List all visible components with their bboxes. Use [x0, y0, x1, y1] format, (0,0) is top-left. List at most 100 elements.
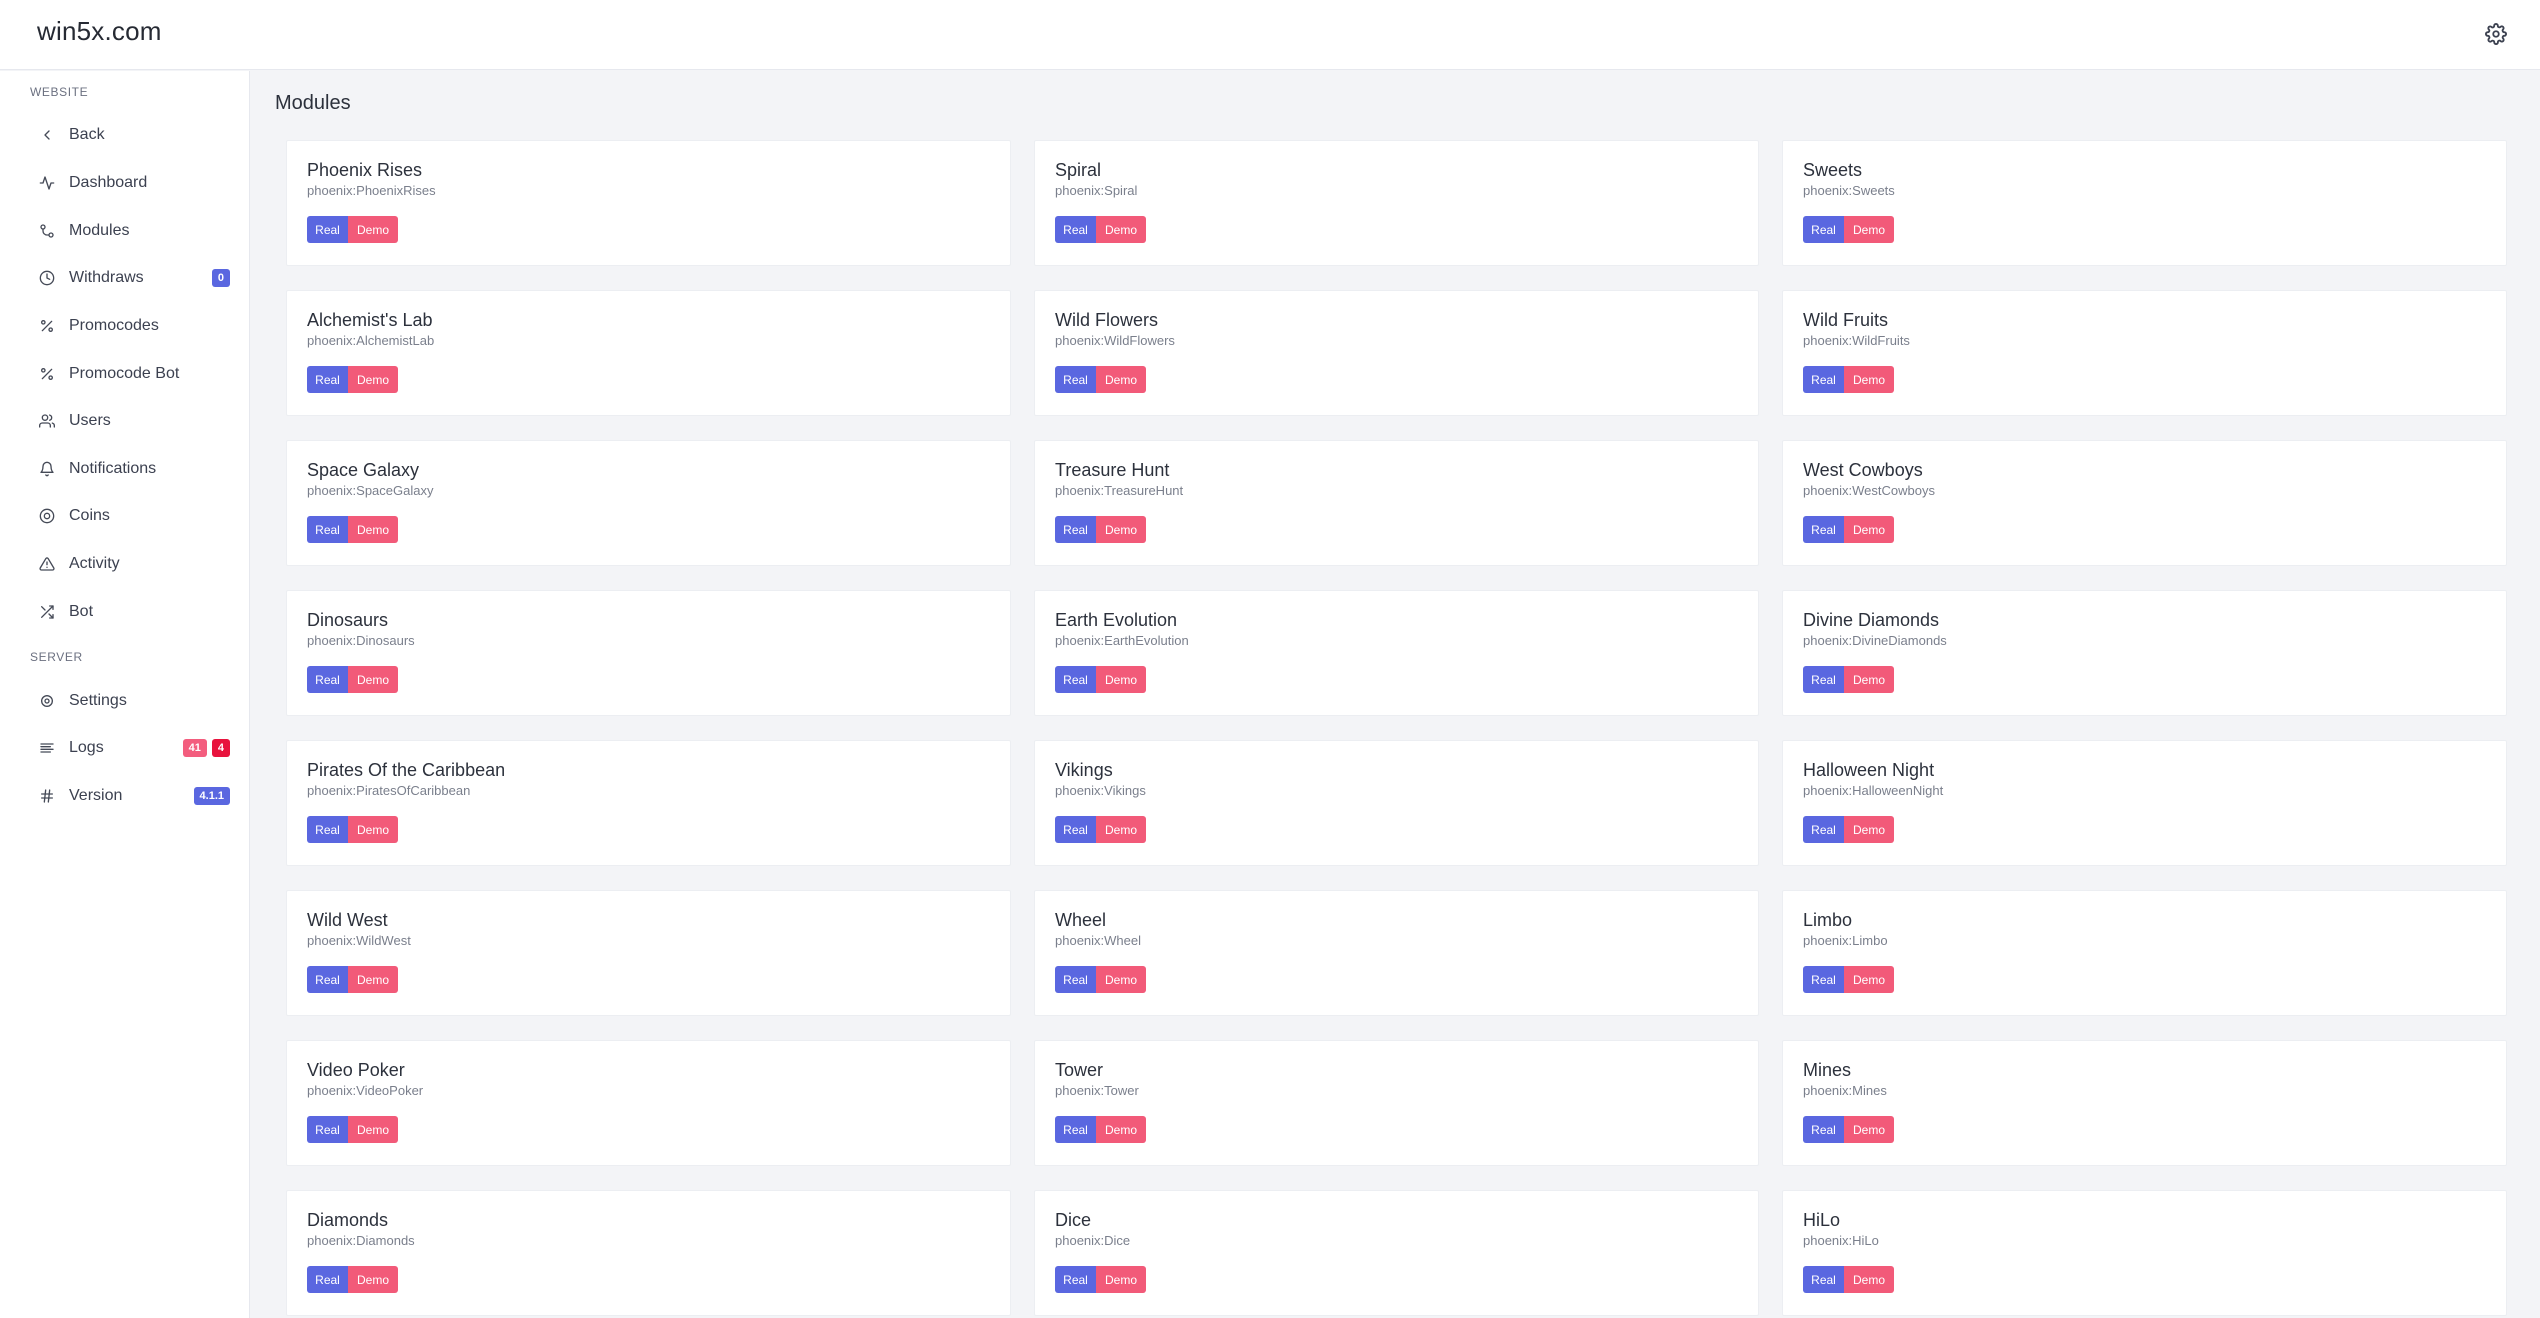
demo-button[interactable]: Demo	[1096, 966, 1146, 993]
sidebar: WEBSITE Back Dashboard Modules Withdraws…	[0, 71, 250, 1318]
sidebar-item-label: Coins	[69, 507, 110, 524]
real-button[interactable]: Real	[1055, 516, 1096, 543]
real-button[interactable]: Real	[307, 816, 348, 843]
demo-button[interactable]: Demo	[348, 1266, 398, 1293]
demo-button[interactable]: Demo	[1844, 216, 1894, 243]
sidebar-item-label: Activity	[69, 555, 120, 572]
module-mode-buttons: Real Demo	[307, 216, 990, 243]
demo-button[interactable]: Demo	[348, 366, 398, 393]
demo-button[interactable]: Demo	[1096, 1116, 1146, 1143]
demo-button[interactable]: Demo	[348, 966, 398, 993]
real-button[interactable]: Real	[1803, 966, 1844, 993]
demo-button[interactable]: Demo	[1096, 216, 1146, 243]
demo-button[interactable]: Demo	[1096, 816, 1146, 843]
demo-button[interactable]: Demo	[348, 516, 398, 543]
module-card: Diamonds phoenix:Diamonds Real Demo	[286, 1190, 1011, 1316]
real-button[interactable]: Real	[307, 216, 348, 243]
real-button[interactable]: Real	[1055, 366, 1096, 393]
sidebar-item-modules[interactable]: Modules	[26, 211, 230, 251]
real-button[interactable]: Real	[1055, 816, 1096, 843]
demo-button[interactable]: Demo	[1844, 966, 1894, 993]
module-mode-buttons: Real Demo	[1055, 1116, 1738, 1143]
logs-error-badge: 4	[211, 739, 230, 757]
sidebar-item-activity[interactable]: Activity	[26, 544, 230, 584]
module-mode-buttons: Real Demo	[1055, 816, 1738, 843]
module-mode-buttons: Real Demo	[307, 1116, 990, 1143]
real-button[interactable]: Real	[1803, 366, 1844, 393]
sidebar-item-settings[interactable]: Settings	[26, 681, 230, 721]
modules-grid: Phoenix Rises phoenix:PhoenixRises Real Dem…	[286, 140, 2507, 1316]
real-button[interactable]: Real	[1055, 966, 1096, 993]
module-mode-buttons: Real Demo	[1803, 1266, 2486, 1293]
real-button[interactable]: Real	[1055, 1266, 1096, 1293]
real-button[interactable]: Real	[307, 1266, 348, 1293]
module-card: Tower phoenix:Tower Real Demo	[1034, 1040, 1759, 1166]
module-key: phoenix:VideoPoker	[307, 1083, 424, 1098]
sidebar-item-label: Back	[69, 126, 105, 143]
demo-button[interactable]: Demo	[1096, 366, 1146, 393]
sidebar-item-label: Modules	[69, 222, 130, 239]
real-button[interactable]: Real	[307, 1116, 348, 1143]
demo-button[interactable]: Demo	[1096, 1266, 1146, 1293]
module-card: Space Galaxy phoenix:SpaceGalaxy Real Demo	[286, 440, 1011, 566]
sidebar-item-withdraws[interactable]: Withdraws 0	[26, 258, 230, 298]
sidebar-item-logs[interactable]: Logs 41 4	[26, 728, 230, 768]
sidebar-item-promocodes[interactable]: Promocodes	[26, 306, 230, 346]
target-icon	[36, 505, 58, 527]
demo-button[interactable]: Demo	[1844, 1116, 1894, 1143]
settings-gear-button[interactable]	[2478, 16, 2514, 52]
module-mode-buttons: Real Demo	[1803, 216, 2486, 243]
module-title: Wild Flowers	[1055, 310, 1159, 330]
module-title: Wild Fruits	[1803, 310, 1888, 330]
real-button[interactable]: Real	[1803, 1116, 1844, 1143]
real-button[interactable]: Real	[307, 366, 348, 393]
module-card: Divine Diamonds phoenix:DivineDiamonds Rea…	[1782, 590, 2507, 716]
sidebar-item-coins[interactable]: Coins	[26, 496, 230, 536]
sidebar-item-promocode-bot[interactable]: Promocode Bot	[26, 354, 230, 394]
demo-button[interactable]: Demo	[1844, 366, 1894, 393]
alert-triangle-icon	[36, 553, 58, 575]
demo-button[interactable]: Demo	[348, 1116, 398, 1143]
module-card: Sweets phoenix:Sweets Real Demo	[1782, 140, 2507, 266]
sidebar-item-version[interactable]: Version 4.1.1	[26, 776, 230, 816]
module-mode-buttons: Real Demo	[307, 366, 990, 393]
demo-button[interactable]: Demo	[1844, 666, 1894, 693]
module-key: phoenix:AlchemistLab	[307, 333, 435, 348]
module-key: phoenix:PhoenixRises	[307, 183, 436, 198]
shuffle-icon	[36, 601, 58, 623]
module-card: Video Poker phoenix:VideoPoker Real Demo	[286, 1040, 1011, 1166]
percent-icon	[36, 363, 58, 385]
demo-button[interactable]: Demo	[348, 216, 398, 243]
sidebar-item-bot[interactable]: Bot	[26, 592, 230, 632]
demo-button[interactable]: Demo	[348, 666, 398, 693]
real-button[interactable]: Real	[1055, 216, 1096, 243]
brand-logo[interactable]: win5x.com	[37, 16, 162, 47]
real-button[interactable]: Real	[1803, 216, 1844, 243]
module-mode-buttons: Real Demo	[1803, 1116, 2486, 1143]
sidebar-item-label: Dashboard	[69, 174, 148, 191]
module-card: Limbo phoenix:Limbo Real Demo	[1782, 890, 2507, 1016]
real-button[interactable]: Real	[1803, 816, 1844, 843]
demo-button[interactable]: Demo	[348, 816, 398, 843]
module-title: West Cowboys	[1803, 460, 1923, 480]
real-button[interactable]: Real	[1803, 1266, 1844, 1293]
demo-button[interactable]: Demo	[1844, 1266, 1894, 1293]
sidebar-item-users[interactable]: Users	[26, 401, 230, 441]
demo-button[interactable]: Demo	[1844, 516, 1894, 543]
real-button[interactable]: Real	[307, 516, 348, 543]
sidebar-item-back[interactable]: Back	[26, 115, 230, 155]
real-button[interactable]: Real	[1055, 666, 1096, 693]
module-key: phoenix:Dice	[1055, 1233, 1131, 1248]
real-button[interactable]: Real	[1803, 666, 1844, 693]
sidebar-item-notifications[interactable]: Notifications	[26, 449, 230, 489]
module-card: HiLo phoenix:HiLo Real Demo	[1782, 1190, 2507, 1316]
real-button[interactable]: Real	[307, 666, 348, 693]
module-key: phoenix:Spiral	[1055, 183, 1138, 198]
sidebar-item-dashboard[interactable]: Dashboard	[26, 163, 230, 203]
demo-button[interactable]: Demo	[1844, 816, 1894, 843]
real-button[interactable]: Real	[1055, 1116, 1096, 1143]
real-button[interactable]: Real	[307, 966, 348, 993]
demo-button[interactable]: Demo	[1096, 666, 1146, 693]
real-button[interactable]: Real	[1803, 516, 1844, 543]
demo-button[interactable]: Demo	[1096, 516, 1146, 543]
